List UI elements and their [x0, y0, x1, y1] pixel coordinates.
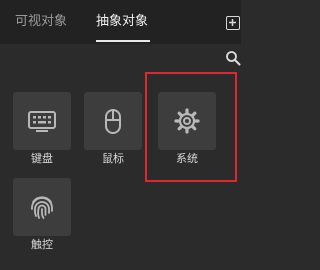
- search-icon[interactable]: [225, 50, 241, 66]
- tab-abstract-objects[interactable]: 抽象对象: [96, 14, 148, 30]
- tab-bar: 可视对象 抽象对象: [0, 0, 241, 44]
- touch-label: 触控: [31, 238, 53, 251]
- active-tab-indicator: [96, 40, 150, 42]
- fingerprint-icon: [31, 196, 53, 219]
- mouse-label: 鼠标: [102, 152, 124, 165]
- touch-tile[interactable]: [13, 178, 71, 236]
- plus-icon: [229, 19, 236, 26]
- mouse-tile[interactable]: [84, 92, 142, 150]
- highlight-box: [145, 72, 237, 182]
- tab-visual-objects[interactable]: 可视对象: [15, 14, 67, 30]
- keyboard-tile[interactable]: [13, 92, 71, 150]
- mouse-icon: [105, 109, 121, 134]
- keyboard-label: 键盘: [31, 152, 53, 165]
- add-button[interactable]: [226, 16, 240, 30]
- keyboard-icon: [28, 111, 56, 132]
